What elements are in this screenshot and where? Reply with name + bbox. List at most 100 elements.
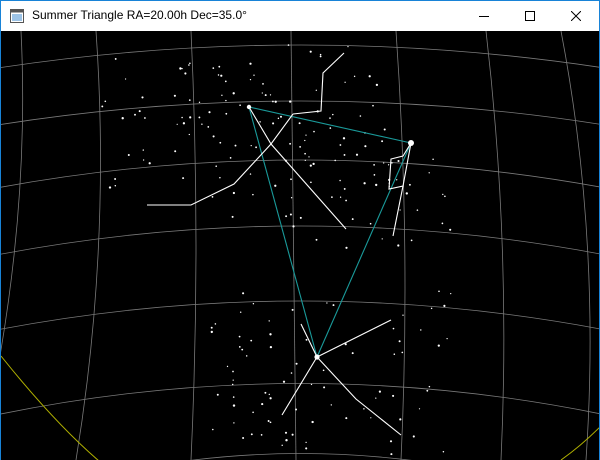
minimize-button[interactable] [461, 1, 507, 31]
star [239, 311, 242, 313]
title-bar[interactable]: Summer Triangle RA=20.00h Dec=35.0° [1, 1, 599, 31]
star [250, 339, 253, 342]
star [323, 386, 326, 389]
star [330, 404, 332, 406]
star [250, 433, 253, 436]
star [189, 62, 191, 65]
star [381, 238, 383, 240]
star [410, 239, 413, 242]
star [231, 383, 234, 386]
star [274, 100, 277, 103]
star [239, 104, 241, 107]
star [188, 133, 190, 136]
star [418, 408, 421, 410]
star [430, 307, 433, 310]
star [255, 146, 258, 149]
star [449, 228, 452, 231]
star [232, 404, 236, 407]
star [353, 75, 356, 78]
star [399, 418, 402, 421]
star [292, 225, 295, 228]
star [363, 408, 365, 410]
star [345, 246, 348, 249]
star [198, 101, 201, 103]
star [285, 215, 288, 218]
star [182, 122, 186, 125]
star [443, 304, 446, 307]
maximize-button[interactable] [507, 1, 553, 31]
star [345, 417, 348, 420]
star [249, 173, 252, 175]
star [345, 199, 347, 202]
star [305, 441, 307, 444]
star [437, 344, 440, 347]
star [215, 165, 217, 167]
star [291, 433, 294, 436]
star [261, 403, 264, 406]
star [396, 179, 398, 181]
star [181, 67, 183, 70]
star-field [101, 44, 452, 456]
star [148, 162, 151, 165]
maximize-icon [525, 11, 535, 21]
sky-view[interactable] [1, 31, 599, 460]
star [312, 162, 315, 166]
star [242, 292, 245, 295]
star [399, 209, 401, 211]
star [217, 74, 220, 76]
star [391, 162, 393, 164]
star [290, 197, 293, 199]
star [114, 184, 117, 187]
star [267, 420, 270, 422]
star [305, 338, 308, 341]
star [309, 164, 312, 167]
star [232, 379, 234, 381]
star [211, 196, 214, 198]
star [295, 408, 298, 411]
star [363, 182, 366, 185]
star [329, 117, 331, 119]
star [339, 144, 342, 146]
star [309, 50, 312, 53]
star [269, 421, 272, 424]
star [198, 116, 201, 119]
star [308, 156, 310, 158]
star [287, 44, 290, 46]
star [299, 216, 302, 219]
star [182, 177, 185, 180]
star [108, 186, 112, 189]
star [238, 346, 241, 348]
close-button[interactable] [553, 1, 599, 31]
star [344, 81, 346, 83]
star [210, 330, 213, 334]
star [428, 385, 431, 388]
star [322, 369, 325, 372]
star [290, 372, 293, 374]
star [225, 99, 227, 102]
star [259, 121, 261, 123]
star [332, 304, 335, 307]
star [201, 123, 203, 125]
star [438, 290, 440, 293]
star [264, 94, 267, 97]
star [390, 453, 393, 456]
star [218, 65, 221, 68]
star [408, 183, 411, 186]
star [184, 72, 187, 75]
star [229, 157, 232, 159]
star [212, 135, 215, 138]
star [351, 218, 354, 221]
star-chart[interactable] [1, 31, 599, 460]
star [281, 444, 283, 447]
star [313, 130, 315, 133]
star [347, 45, 349, 48]
star [179, 67, 182, 70]
star [277, 117, 280, 120]
star [428, 172, 430, 174]
star [442, 451, 445, 453]
star [114, 178, 117, 180]
star [242, 437, 245, 439]
star [212, 428, 214, 431]
star [268, 393, 270, 396]
star [176, 123, 178, 125]
